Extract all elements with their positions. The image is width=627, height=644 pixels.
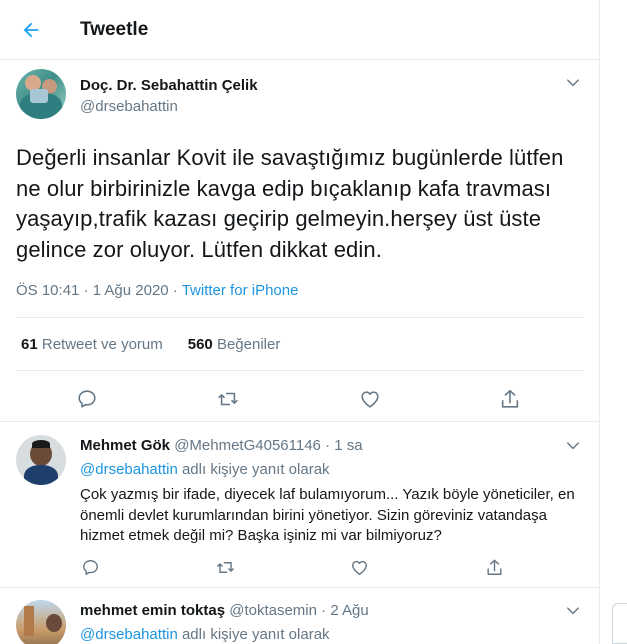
tweet-meta: ÖS 10:41 · 1 Ağu 2020 · Twitter for iPho…	[16, 282, 298, 299]
retweet-button[interactable]	[215, 386, 241, 412]
author-name[interactable]: mehmet emin toktaş	[80, 602, 225, 619]
replying-suffix: adlı kişiye yanıt olarak	[177, 626, 330, 643]
speech-bubble-icon	[82, 559, 98, 575]
chevron-down-icon	[567, 442, 579, 450]
share-upload-icon	[501, 389, 519, 408]
avatar[interactable]	[16, 69, 66, 119]
more-options-button[interactable]	[563, 73, 583, 93]
reply-time[interactable]: 2 Ağu	[330, 602, 368, 619]
retweet-button[interactable]	[212, 554, 238, 580]
replying-to: @drsebahattin adlı kişiye yanıt olarak	[80, 461, 330, 478]
meta-separator: ·	[168, 282, 182, 299]
retweet-arrows-icon	[216, 561, 234, 573]
arrow-left-icon	[23, 22, 39, 38]
replying-suffix: adlı kişiye yanıt olarak	[177, 461, 330, 478]
back-button[interactable]	[18, 17, 44, 43]
share-button[interactable]	[481, 554, 507, 580]
meta-separator: ·	[320, 437, 335, 454]
reply-tweet[interactable]: mehmet emin toktaş @toktasemin · 2 Ağu @…	[0, 589, 599, 644]
page-title: Tweetle	[80, 19, 149, 40]
reply-tweet[interactable]: Mehmet Gök @MehmetG40561146 · 1 sa @drse…	[0, 422, 599, 588]
replying-to: @drsebahattin adlı kişiye yanıt olarak	[80, 626, 330, 643]
share-button[interactable]	[497, 386, 523, 412]
more-options-button[interactable]	[563, 601, 583, 621]
page-header: Tweetle	[0, 0, 599, 60]
author-handle[interactable]: @MehmetG40561146	[174, 437, 321, 454]
like-button[interactable]	[357, 386, 383, 412]
reply-button[interactable]	[74, 386, 100, 412]
like-button[interactable]	[346, 554, 372, 580]
timeline-column: Tweetle Doç. Dr. Sebahattin Çelik @drseb…	[0, 0, 600, 644]
mention-link[interactable]: @drsebahattin	[80, 461, 178, 478]
retweet-arrows-icon	[218, 392, 238, 406]
author-handle[interactable]: @drsebahattin	[80, 98, 178, 115]
meta-separator: ·	[79, 282, 93, 299]
reply-header: mehmet emin toktaş @toktasemin · 2 Ağu	[80, 602, 369, 619]
reply-time[interactable]: 1 sa	[334, 437, 362, 454]
sidebar-widget-edge	[612, 603, 627, 644]
share-upload-icon	[486, 559, 502, 575]
author-name[interactable]: Mehmet Gök	[80, 437, 170, 454]
mention-link[interactable]: @drsebahattin	[80, 626, 178, 643]
right-gutter	[600, 0, 627, 644]
heart-icon	[361, 391, 379, 408]
author-name[interactable]: Doç. Dr. Sebahattin Çelik	[80, 77, 258, 94]
reply-button[interactable]	[77, 554, 103, 580]
more-options-button[interactable]	[563, 436, 583, 456]
chevron-down-icon	[567, 79, 579, 87]
avatar[interactable]	[16, 435, 66, 485]
tweet-text: Değerli insanlar Kovit ile savaştığımız …	[16, 145, 564, 262]
heart-icon	[351, 560, 367, 575]
tweet-date[interactable]: 1 Ağu 2020	[93, 282, 169, 299]
meta-separator: ·	[316, 602, 331, 619]
avatar[interactable]	[16, 600, 66, 644]
tweet-source-link[interactable]: Twitter for iPhone	[182, 282, 299, 299]
author-handle[interactable]: @toktasemin	[229, 602, 317, 619]
tweet-actions	[0, 316, 599, 408]
chevron-down-icon	[567, 607, 579, 615]
reply-text: Çok yazmış bir ifade, diyecek laf bulamı…	[80, 486, 575, 544]
speech-bubble-icon	[78, 390, 96, 408]
tweet-time[interactable]: ÖS 10:41	[16, 282, 79, 299]
reply-header: Mehmet Gök @MehmetG40561146 · 1 sa	[80, 437, 363, 454]
